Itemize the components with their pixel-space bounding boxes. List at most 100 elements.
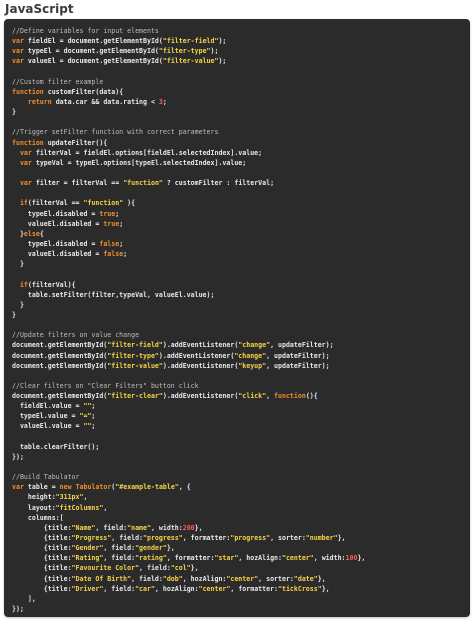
code-comment: //Trigger setFilter function with correc… — [12, 128, 219, 137]
code-string: "Progress" — [71, 534, 112, 543]
code-text: document.getElementById( — [12, 392, 108, 401]
code-line: } — [12, 107, 470, 117]
code-line: var filter = filterVal == "function" ? c… — [12, 178, 470, 188]
code-line: } — [12, 259, 470, 269]
code-text: , field: — [111, 534, 144, 543]
code-text: ], — [12, 594, 36, 603]
code-line: table.setFilter(filter,typeVal, valueEl.… — [12, 290, 470, 300]
code-string: "progress" — [143, 534, 183, 543]
code-comment: //Update filters on value change — [12, 331, 140, 340]
code-keyword: Tabulator — [75, 483, 112, 492]
code-string: "center" — [281, 554, 314, 563]
code-text: , hozAlign: — [238, 554, 282, 563]
code-line: }); — [12, 452, 470, 462]
code-string: "center" — [198, 584, 231, 593]
code-text: , updateFilter); — [266, 361, 330, 370]
code-keyword: new — [59, 483, 72, 492]
section-heading: JavaScript — [5, 2, 74, 16]
code-line: var filterVal = fieldEl.options[fieldEl.… — [12, 148, 470, 158]
code-string: "Rating" — [71, 554, 104, 563]
code-line: valueEl.disabled = false; — [12, 249, 470, 259]
code-line: //Custom filter example — [12, 77, 470, 87]
code-string: "Favourite Color" — [71, 564, 140, 573]
code-text: , updateFilter); — [266, 351, 330, 360]
code-line: document.getElementById("filter-type").a… — [12, 351, 470, 361]
code-string: "Driver" — [71, 584, 104, 593]
code-text: ; — [91, 422, 96, 431]
code-line: columns:[ — [12, 513, 470, 523]
code-keyword: if — [19, 199, 28, 208]
code-text: , updateFilter); — [270, 341, 334, 350]
code-line: table.clearFilter(); — [12, 442, 470, 452]
code-text: valueEl.disabled = — [12, 250, 104, 259]
code-text: } — [12, 108, 16, 117]
code-string: "car" — [135, 584, 155, 593]
code-comment: //Clear filters on "Clear Filters" butto… — [12, 381, 199, 390]
code-text: {title: — [12, 574, 72, 583]
code-text: document.getElementById( — [12, 351, 108, 360]
code-keyword: else — [23, 229, 40, 238]
code-text: , field: — [131, 574, 163, 583]
code-line: document.getElementById("filter-clear").… — [12, 391, 470, 401]
code-line: //Update filters on value change — [12, 330, 470, 340]
code-text: ; — [91, 402, 96, 411]
code-text: document.getElementById( — [12, 361, 108, 370]
code-line: if(filterVal == "function" ){ — [12, 198, 470, 208]
code-text: ); — [218, 37, 227, 46]
code-line: var fieldEl = document.getElementById("f… — [12, 36, 470, 46]
code-text: , formatter: — [182, 534, 231, 543]
code-text: ){ — [123, 199, 136, 208]
code-line: //Trigger setFilter function with correc… — [12, 127, 470, 137]
code-string: "name" — [127, 523, 151, 532]
code-text: , — [83, 493, 88, 502]
code-text: {title: — [12, 554, 72, 563]
code-text: ); — [218, 57, 227, 66]
code-line: typeEl.value = "="; — [12, 411, 470, 421]
code-keyword: var — [12, 37, 24, 46]
code-line: {title:"Driver", field:"car", hozAlign:"… — [12, 584, 470, 594]
code-line: typeEl.disabled = false; — [12, 239, 470, 249]
code-line: //Clear filters on "Clear Filters" butto… — [12, 381, 470, 391]
code-text: }, — [357, 554, 366, 563]
code-text: fieldEl = document.getElementById( — [23, 37, 163, 46]
code-text: ; — [91, 412, 96, 421]
code-text: typeVal = typeEl.options[typeEl.selected… — [31, 158, 247, 167]
code-keyword: var — [12, 57, 24, 66]
code-text: valueEl.value = — [12, 422, 84, 431]
code-text: , — [266, 392, 275, 401]
code-text: ).addEventListener( — [158, 351, 235, 360]
code-line: function updateFilter(){ — [12, 138, 470, 148]
code-line: }); — [12, 604, 470, 614]
code-text: } — [12, 300, 24, 309]
code-line: {title:"Date Of Birth", field:"dob", hoz… — [12, 574, 470, 584]
code-text: } — [12, 229, 24, 238]
code-text: } — [12, 260, 24, 269]
code-text: typeEl.value = — [12, 412, 80, 421]
code-string: "star" — [214, 554, 239, 563]
code-line: function customFilter(data){ — [12, 87, 470, 97]
code-string: "#example-table" — [115, 483, 179, 492]
code-comment: //Build Tabulator — [12, 473, 80, 482]
code-string: "keyup" — [238, 361, 267, 370]
code-keyword: return — [27, 97, 52, 106]
code-text: height: — [12, 493, 56, 502]
code-text: ); — [210, 47, 219, 56]
code-string: "center" — [226, 574, 259, 583]
code-line: valueEl.value = ""; — [12, 421, 470, 431]
code-text: columns:[ — [12, 513, 64, 522]
code-string: "rating" — [135, 554, 167, 563]
code-text: table = — [23, 483, 60, 492]
code-text: document.getElementById( — [12, 341, 108, 350]
code-text: ).addEventListener( — [162, 361, 239, 370]
code-keyword: function — [12, 138, 44, 147]
code-string: "filter-type" — [158, 47, 211, 56]
code-text: }); — [12, 605, 24, 614]
code-line: return data.car && data.rating < 3; — [12, 97, 470, 107]
code-comment: //Custom filter example — [12, 77, 104, 86]
code-text: {title: — [12, 544, 72, 553]
code-text: {title: — [12, 534, 72, 543]
